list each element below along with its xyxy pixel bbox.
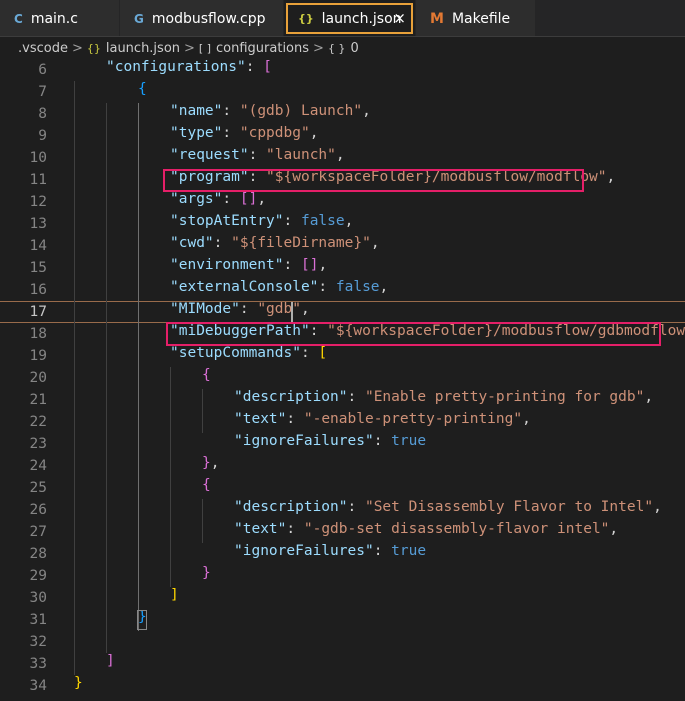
code-line: "program": "${workspaceFolder}/modbusflo… (170, 169, 616, 185)
code-editor[interactable]: 6 7 8 9 10 11 12 13 14 15 16 17 18 19 20… (0, 59, 685, 701)
code-line: "externalConsole": false, (170, 279, 389, 295)
code-line: { (138, 81, 147, 97)
tab-launch-json[interactable]: {} launch.json × (284, 0, 416, 37)
code-line: { (202, 367, 211, 383)
object-icon: { } (327, 41, 346, 55)
code-line-current: "MIMode": "gdb", (170, 301, 310, 317)
code-line: "args": [], (170, 191, 267, 207)
tab-label: Makefile (451, 10, 511, 27)
line-number: 23 (29, 436, 47, 452)
code-line: "configurations": [ (106, 59, 272, 75)
line-number: 24 (29, 458, 47, 474)
breadcrumb-separator: > (71, 40, 83, 56)
line-number: 7 (38, 84, 47, 100)
code-line: "description": "Enable pretty-printing f… (234, 389, 654, 405)
code-line: }, (202, 455, 220, 471)
code-line: "ignoreFailures": true (234, 543, 427, 559)
code-line: "cwd": "${fileDirname}", (170, 235, 380, 251)
editor-tab-bar: C main.c G modbusflow.cpp {} launch.json… (0, 0, 685, 37)
code-line: "text": "-enable-pretty-printing", (234, 411, 531, 427)
line-number: 16 (29, 282, 47, 298)
code-line: "description": "Set Disassembly Flavor t… (234, 499, 662, 515)
code-line: } (202, 565, 211, 581)
array-icon: [ ] (198, 41, 212, 55)
line-number: 18 (29, 326, 47, 342)
line-number: 22 (29, 414, 47, 430)
line-number: 11 (29, 172, 47, 188)
line-number: 9 (38, 128, 47, 144)
breadcrumb-separator: > (313, 40, 324, 56)
code-line: "text": "-gdb-set disassembly-flavor int… (234, 521, 619, 537)
line-number: 14 (29, 238, 47, 254)
line-number: 32 (29, 634, 47, 650)
line-number: 26 (29, 502, 47, 518)
code-line: "stopAtEntry": false, (170, 213, 354, 229)
line-number: 13 (29, 216, 47, 232)
line-number: 29 (29, 568, 47, 584)
line-number: 31 (29, 612, 47, 628)
code-line: "setupCommands": [ (170, 345, 328, 361)
json-file-icon: {} (86, 41, 101, 55)
close-icon[interactable]: × (393, 9, 406, 27)
breadcrumb-folder[interactable]: .vscode (18, 41, 68, 56)
code-line: ] (170, 587, 179, 603)
breadcrumb-separator: > (184, 40, 195, 56)
bracket-match-box (137, 610, 147, 630)
line-number: 12 (29, 194, 47, 210)
line-number: 6 (38, 62, 47, 78)
code-line: "ignoreFailures": true (234, 433, 427, 449)
code-line: "name": "(gdb) Launch", (170, 103, 371, 119)
line-number-current: 17 (29, 304, 47, 320)
line-number: 28 (29, 546, 47, 562)
line-number: 34 (29, 678, 47, 694)
line-number: 19 (29, 348, 47, 364)
code-line: "miDebuggerPath": "${workspaceFolder}/mo… (170, 323, 685, 339)
line-number: 10 (29, 150, 47, 166)
tab-label: modbusflow.cpp (151, 10, 266, 27)
line-number: 27 (29, 524, 47, 540)
line-number: 8 (38, 106, 47, 122)
code-line: "type": "cppdbg", (170, 125, 319, 141)
code-line: "request": "launch", (170, 147, 345, 163)
code-line: "environment": [], (170, 257, 328, 273)
tab-main-c[interactable]: C main.c (0, 0, 120, 37)
makefile-icon: M (430, 10, 444, 27)
code-line: ] (106, 653, 115, 669)
breadcrumb-object[interactable]: 0 (350, 41, 358, 56)
cpp-file-icon: G (134, 11, 144, 26)
line-number: 15 (29, 260, 47, 276)
breadcrumb-file[interactable]: launch.json (106, 41, 180, 56)
code-line: { (202, 477, 211, 493)
line-number: 20 (29, 370, 47, 386)
code-line: } (74, 675, 83, 691)
line-number: 25 (29, 480, 47, 496)
breadcrumb: .vscode > {} launch.json > [ ] configura… (0, 37, 685, 59)
line-number: 33 (29, 656, 47, 672)
tab-label: main.c (30, 10, 78, 27)
c-file-icon: C (14, 11, 23, 26)
line-number: 21 (29, 392, 47, 408)
tab-modbusflow-cpp[interactable]: G modbusflow.cpp (120, 0, 284, 37)
text-cursor (291, 302, 293, 322)
tab-makefile[interactable]: M Makefile (416, 0, 536, 37)
json-file-icon: {} (298, 12, 314, 25)
breadcrumb-configurations[interactable]: configurations (216, 41, 309, 56)
line-number: 30 (29, 590, 47, 606)
tab-label: launch.json (321, 10, 402, 27)
